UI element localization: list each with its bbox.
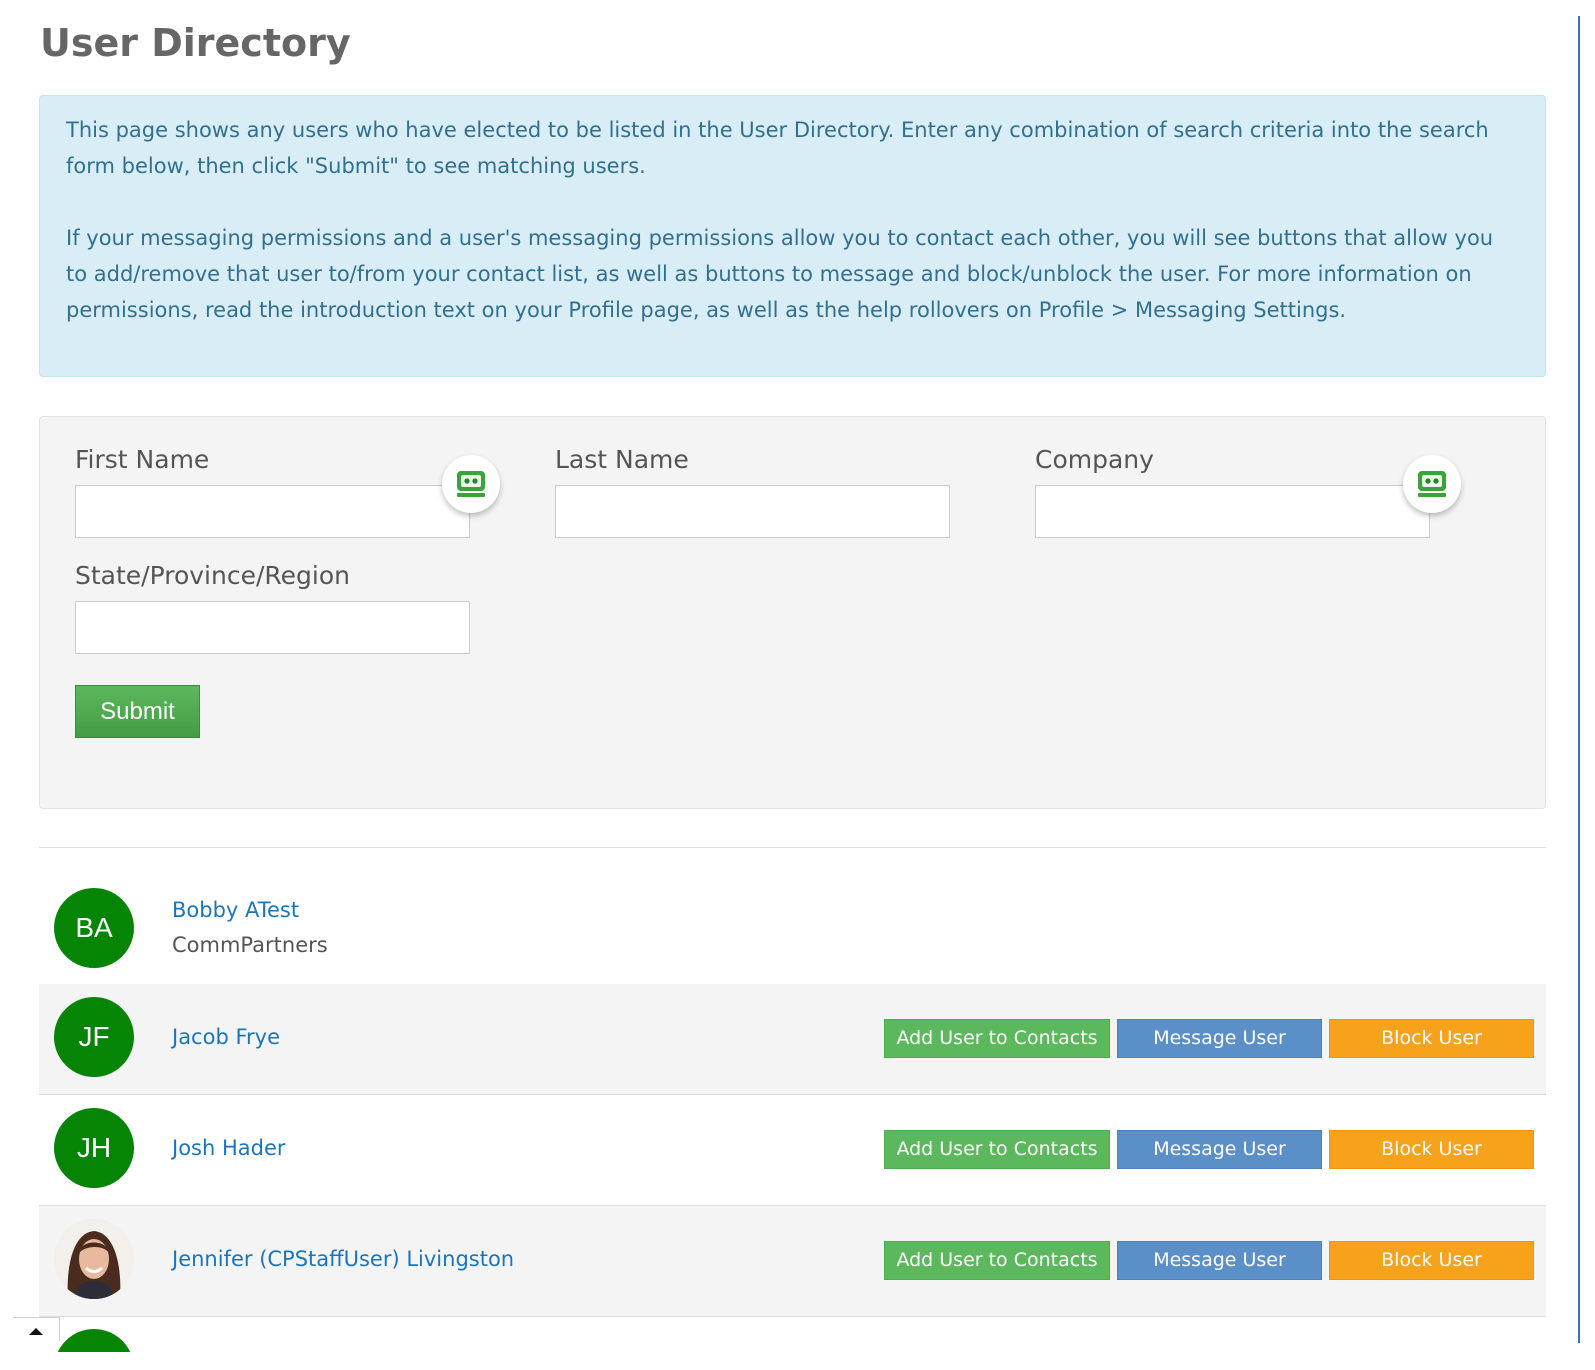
block-user-button[interactable]: Block User (1329, 1130, 1534, 1169)
add-to-contacts-button[interactable]: Add User to Contacts (884, 1241, 1110, 1280)
user-name-link[interactable]: Bobby ATest (172, 895, 299, 925)
block-user-button[interactable]: Block User (1329, 1241, 1534, 1280)
user-row-jennifer-livingston: Jennifer (CPStaffUser) Livingston Add Us… (39, 1206, 1546, 1317)
region-label: State/Province/Region (75, 561, 350, 590)
user-name-link[interactable]: Josh Hader (172, 1133, 286, 1163)
info-alert: This page shows any users who have elect… (39, 95, 1546, 377)
user-directory-page: User Directory This page shows any users… (0, 0, 1595, 1370)
avatar: JF (54, 997, 134, 1077)
scroll-to-top-button[interactable] (14, 1317, 60, 1341)
first-name-input[interactable] (75, 485, 470, 538)
message-user-button[interactable]: Message User (1117, 1241, 1322, 1280)
content-edge-rule (1578, 16, 1580, 1343)
caret-up-icon (29, 1328, 43, 1335)
company-autofill-button[interactable] (1403, 455, 1461, 513)
avatar (54, 1329, 134, 1352)
first-name-label: First Name (75, 445, 210, 474)
submit-button[interactable]: Submit (75, 685, 200, 738)
user-name-link[interactable]: Jacob Frye (172, 1022, 280, 1052)
user-results-list: BA Bobby ATest CommPartners JF Jacob Fry… (39, 878, 1546, 1352)
info-paragraph-search: This page shows any users who have elect… (66, 118, 1489, 178)
avatar: JH (54, 1108, 134, 1188)
block-user-button[interactable]: Block User (1329, 1019, 1534, 1058)
user-row-jacob-frye: JF Jacob Frye Add User to Contacts Messa… (39, 984, 1546, 1095)
page-title: User Directory (40, 21, 351, 65)
user-row-partial (39, 1317, 1546, 1352)
first-name-autofill-button[interactable] (442, 455, 500, 513)
add-to-contacts-button[interactable]: Add User to Contacts (884, 1130, 1110, 1169)
user-name-link[interactable]: Jennifer (CPStaffUser) Livingston (172, 1244, 514, 1274)
user-row-bobby-atest: BA Bobby ATest CommPartners (39, 878, 1546, 989)
add-to-contacts-button[interactable]: Add User to Contacts (884, 1019, 1110, 1058)
info-paragraph-permissions: If your messaging permissions and a user… (66, 226, 1494, 322)
password-manager-icon (457, 471, 485, 497)
last-name-label: Last Name (555, 445, 689, 474)
company-label: Company (1035, 445, 1154, 474)
user-row-josh-hader: JH Josh Hader Add User to Contacts Messa… (39, 1095, 1546, 1206)
last-name-input[interactable] (555, 485, 950, 538)
message-user-button[interactable]: Message User (1117, 1130, 1322, 1169)
company-input[interactable] (1035, 485, 1430, 538)
avatar-photo (54, 1219, 134, 1299)
user-photo-icon (54, 1219, 134, 1299)
avatar: BA (54, 888, 134, 968)
message-user-button[interactable]: Message User (1117, 1019, 1322, 1058)
region-input[interactable] (75, 601, 470, 654)
password-manager-icon (1418, 471, 1446, 497)
search-form: First Name Last Name Company State/Provi… (39, 416, 1546, 809)
user-company: CommPartners (172, 933, 328, 957)
results-divider (39, 847, 1546, 848)
